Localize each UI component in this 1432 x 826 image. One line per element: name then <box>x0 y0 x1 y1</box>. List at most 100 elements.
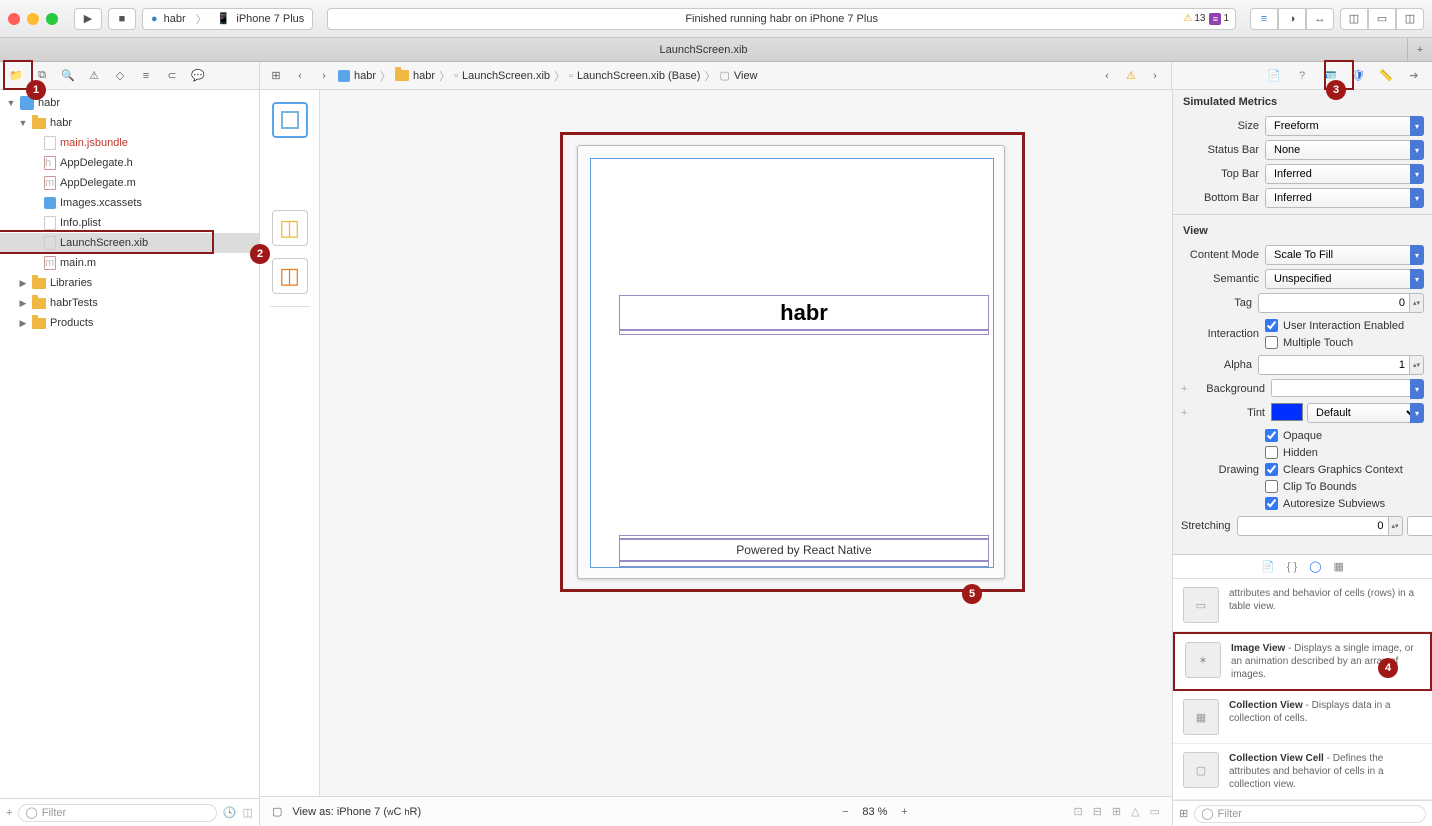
warnings-badge[interactable]: ⚠13 <box>1183 13 1205 24</box>
tree-file-mainm[interactable]: mmain.m <box>0 253 259 273</box>
minimize-window-icon[interactable] <box>27 13 39 25</box>
tree-folder-libraries[interactable]: ▶Libraries <box>0 273 259 293</box>
crumb-view[interactable]: ▢View <box>719 69 757 82</box>
top-bar-select[interactable]: Inferred <box>1265 164 1424 184</box>
multiple-touch-checkbox[interactable] <box>1265 336 1278 349</box>
stop-button[interactable]: ■ <box>108 8 136 30</box>
library-view-icon[interactable]: ⊞ <box>1179 807 1188 820</box>
test-navigator-icon[interactable]: ◇ <box>110 66 130 86</box>
size-select[interactable]: Freeform <box>1265 116 1424 136</box>
tree-file-xib[interactable]: LaunchScreen.xib <box>0 233 259 253</box>
nav-forward-icon[interactable]: › <box>1145 66 1165 86</box>
zoom-in-button[interactable]: + <box>895 803 913 821</box>
project-navigator-icon[interactable]: 📁 <box>6 66 26 86</box>
scm-filter-icon[interactable]: ◫ <box>243 806 253 819</box>
close-window-icon[interactable] <box>8 13 20 25</box>
background-color-well[interactable] <box>1271 379 1424 397</box>
scheme-selector[interactable]: ● habr 〉 📱 iPhone 7 Plus <box>142 8 313 30</box>
forward-button[interactable]: › <box>314 66 334 86</box>
crumb-xib-base[interactable]: ▫LaunchScreen.xib (Base)〉 <box>569 68 715 84</box>
tree-file-assets[interactable]: Images.xcassets <box>0 193 259 213</box>
embed-stack-icon[interactable]: ▭ <box>1150 805 1160 818</box>
assistant-editor-button[interactable]: ◑ <box>1278 8 1306 30</box>
library-item-collectionview[interactable]: ▦ Collection View - Displays data in a c… <box>1173 691 1432 744</box>
related-items-icon[interactable]: ⊞ <box>266 66 286 86</box>
bottom-bar-select[interactable]: Inferred <box>1265 188 1424 208</box>
help-inspector-icon[interactable]: ? <box>1292 66 1312 86</box>
tree-folder-products[interactable]: ▶Products <box>0 313 259 333</box>
files-owner-icon[interactable]: ◫ <box>272 210 308 246</box>
crumb-folder[interactable]: habr〉 <box>395 68 450 84</box>
version-editor-button[interactable]: ↔ <box>1306 8 1334 30</box>
tree-folder-tests[interactable]: ▶habrTests <box>0 293 259 313</box>
semantic-select[interactable]: Unspecified <box>1265 269 1424 289</box>
code-snippet-library-icon[interactable]: { } <box>1287 561 1297 573</box>
zoom-window-icon[interactable] <box>46 13 58 25</box>
canvas[interactable]: habr Powered by React Native <box>320 90 1172 796</box>
hidden-checkbox[interactable] <box>1265 446 1278 459</box>
stretch-x-input[interactable] <box>1237 516 1389 536</box>
crumb-project[interactable]: habr〉 <box>338 68 391 84</box>
symbol-navigator-icon[interactable]: 🔍 <box>58 66 78 86</box>
debug-navigator-icon[interactable]: ≡ <box>136 66 156 86</box>
report-navigator-icon[interactable]: 💬 <box>188 66 208 86</box>
user-interaction-checkbox[interactable] <box>1265 319 1278 332</box>
attributes-inspector-icon[interactable]: 🛡 <box>1348 66 1368 86</box>
navigator-filter-input[interactable]: ◯ Filter <box>18 804 216 822</box>
document-tab[interactable]: LaunchScreen.xib <box>0 38 1408 61</box>
zoom-level[interactable]: 83 % <box>862 806 887 818</box>
tint-color-well[interactable] <box>1271 403 1303 421</box>
device-config-icon[interactable]: ▢ <box>272 805 282 818</box>
zoom-out-button[interactable]: − <box>836 803 854 821</box>
first-responder-icon[interactable]: ◫ <box>272 258 308 294</box>
tag-input[interactable] <box>1258 293 1410 313</box>
warning-jump-icon[interactable]: ⚠ <box>1121 66 1141 86</box>
connections-inspector-icon[interactable]: ➔ <box>1404 66 1424 86</box>
embed-in-icon[interactable]: ⊡ <box>1073 805 1082 818</box>
toggle-debug-button[interactable]: ▭ <box>1368 8 1396 30</box>
tree-folder-habr[interactable]: ▼habr <box>0 113 259 133</box>
run-button[interactable]: ▶ <box>74 8 102 30</box>
autoresize-checkbox[interactable] <box>1265 497 1278 510</box>
opaque-checkbox[interactable] <box>1265 429 1278 442</box>
clears-context-checkbox[interactable] <box>1265 463 1278 476</box>
tree-file-apph[interactable]: hAppDelegate.h <box>0 153 259 173</box>
content-mode-select[interactable]: Scale To Fill <box>1265 245 1424 265</box>
add-button[interactable]: + <box>6 807 12 819</box>
tree-file-appm[interactable]: mAppDelegate.m <box>0 173 259 193</box>
align-icon[interactable]: ⊟ <box>1093 805 1102 818</box>
resolve-issues-icon[interactable]: △ <box>1131 805 1139 818</box>
stretch-y-input[interactable] <box>1407 516 1432 536</box>
view-as-label[interactable]: View as: iPhone 7 (wC hR) <box>292 806 826 818</box>
file-template-library-icon[interactable]: 📄 <box>1261 560 1275 573</box>
clip-bounds-checkbox[interactable] <box>1265 480 1278 493</box>
standard-editor-button[interactable]: ≡ <box>1250 8 1278 30</box>
object-library-icon[interactable]: ◯ <box>1309 560 1321 573</box>
recent-filter-icon[interactable]: 🕓 <box>223 806 237 819</box>
library-item-tablecell[interactable]: ▭ attributes and behavior of cells (rows… <box>1173 579 1432 632</box>
tree-file-plist[interactable]: Info.plist <box>0 213 259 233</box>
status-bar-select[interactable]: None <box>1265 140 1424 160</box>
footer-label[interactable]: Powered by React Native <box>619 539 989 561</box>
issues-badge[interactable]: ≡1 <box>1209 13 1229 25</box>
tree-file-jsbundle[interactable]: main.jsbundle <box>0 133 259 153</box>
toggle-inspector-button[interactable]: ◫ <box>1396 8 1424 30</box>
size-inspector-icon[interactable]: 📏 <box>1376 66 1396 86</box>
view-frame[interactable]: habr Powered by React Native <box>577 145 1005 579</box>
file-inspector-icon[interactable]: 📄 <box>1264 66 1284 86</box>
breakpoint-navigator-icon[interactable]: ⊂ <box>162 66 182 86</box>
view-object-icon[interactable] <box>272 102 308 138</box>
nav-back-icon[interactable]: ‹ <box>1097 66 1117 86</box>
crumb-xib[interactable]: ▫LaunchScreen.xib〉 <box>454 68 565 84</box>
pin-icon[interactable]: ⊞ <box>1112 805 1121 818</box>
issue-navigator-icon[interactable]: ⚠ <box>84 66 104 86</box>
alpha-input[interactable] <box>1258 355 1410 375</box>
new-tab-button[interactable]: + <box>1408 38 1432 61</box>
title-label[interactable]: habr <box>619 295 989 331</box>
back-button[interactable]: ‹ <box>290 66 310 86</box>
library-item-collectioncell[interactable]: ▢ Collection View Cell - Defines the att… <box>1173 744 1432 800</box>
library-filter-input[interactable]: ◯ Filter <box>1194 805 1426 823</box>
tint-select[interactable]: Default <box>1307 403 1420 423</box>
toggle-navigator-button[interactable]: ◫ <box>1340 8 1368 30</box>
media-library-icon[interactable]: ▦ <box>1334 560 1344 573</box>
